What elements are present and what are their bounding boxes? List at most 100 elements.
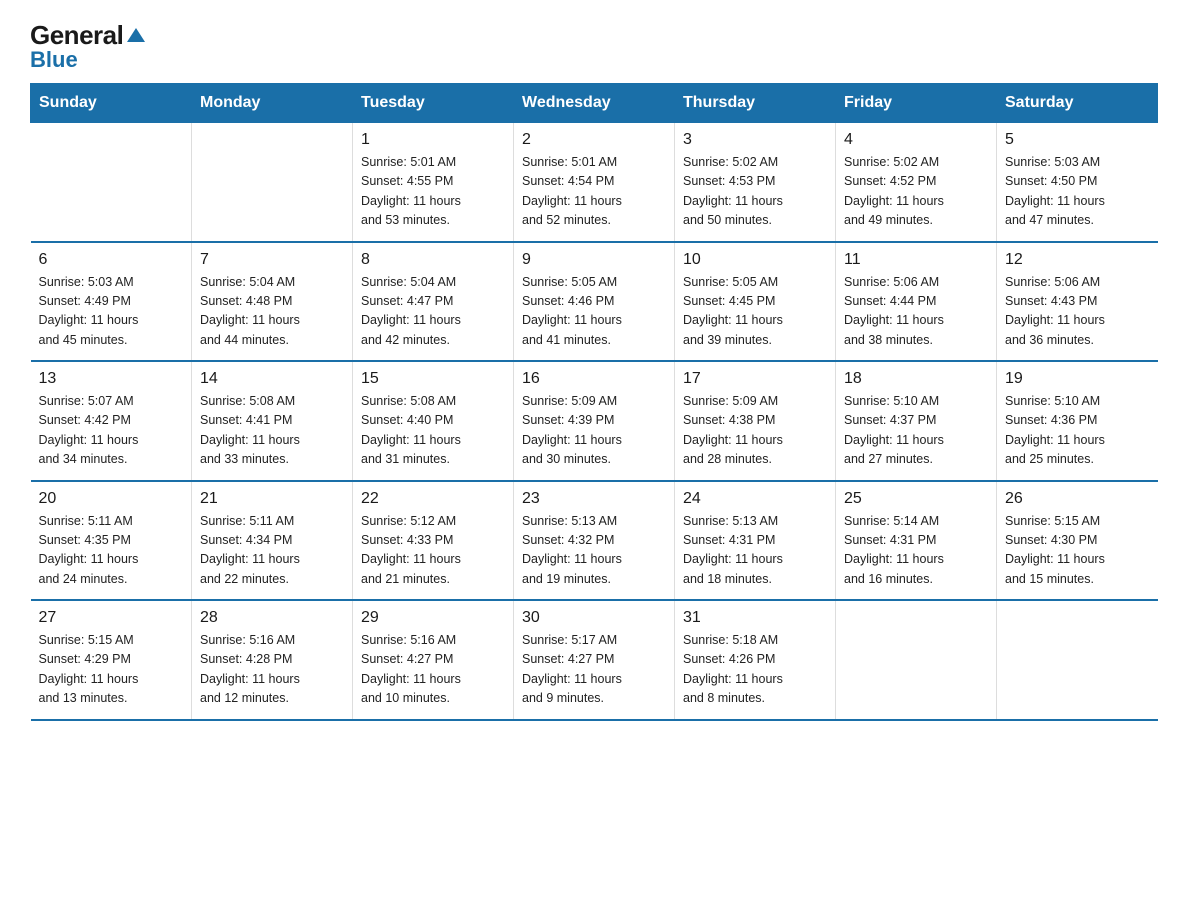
logo: General Blue <box>30 20 147 73</box>
calendar-day-cell: 31 Sunrise: 5:18 AM Sunset: 4:26 PM Dayli… <box>675 600 836 720</box>
day-number: 9 <box>522 251 666 269</box>
calendar-day-cell: 8Sunrise: 5:04 AM Sunset: 4:47 PM Daylig… <box>353 242 514 362</box>
calendar-day-cell: 29Sunrise: 5:16 AM Sunset: 4:27 PM Dayli… <box>353 600 514 720</box>
day-number: 7 <box>200 251 344 269</box>
calendar-day-cell: 4Sunrise: 5:02 AM Sunset: 4:52 PM Daylig… <box>836 123 997 242</box>
day-of-week-header: Tuesday <box>353 84 514 123</box>
calendar-day-cell: 22 Sunrise: 5:12 AM Sunset: 4:33 PM Dayli… <box>353 481 514 601</box>
calendar-day-cell: 16Sunrise: 5:09 AM Sunset: 4:39 PM Dayli… <box>514 361 675 481</box>
calendar-day-cell: 23Sunrise: 5:13 AM Sunset: 4:32 PM Dayli… <box>514 481 675 601</box>
day-number: 1 <box>361 131 505 149</box>
day-info: Sunrise: 5:09 AM Sunset: 4:39 PM Dayligh… <box>522 392 666 470</box>
calendar-week-row: 6 Sunrise: 5:03 AM Sunset: 4:49 PM Daylig… <box>31 242 1158 362</box>
day-info: Sunrise: 5:05 AM Sunset: 4:46 PM Dayligh… <box>522 273 666 351</box>
calendar-day-cell: 26 Sunrise: 5:15 AM Sunset: 4:30 PM Dayli… <box>997 481 1158 601</box>
day-of-week-header: Friday <box>836 84 997 123</box>
day-number: 15 <box>361 370 505 388</box>
day-number: 19 <box>1005 370 1150 388</box>
calendar-day-cell: 27Sunrise: 5:15 AM Sunset: 4:29 PM Dayli… <box>31 600 192 720</box>
day-info: Sunrise: 5:01 AM Sunset: 4:55 PM Dayligh… <box>361 153 505 231</box>
day-info: Sunrise: 5:07 AM Sunset: 4:42 PM Dayligh… <box>39 392 184 470</box>
day-info: Sunrise: 5:11 AM Sunset: 4:34 PM Dayligh… <box>200 512 344 590</box>
day-info: Sunrise: 5:15 AM Sunset: 4:29 PM Dayligh… <box>39 631 184 709</box>
day-info: Sunrise: 5:12 AM Sunset: 4:33 PM Dayligh… <box>361 512 505 590</box>
calendar-day-cell: 2Sunrise: 5:01 AM Sunset: 4:54 PM Daylig… <box>514 123 675 242</box>
day-info: Sunrise: 5:11 AM Sunset: 4:35 PM Dayligh… <box>39 512 184 590</box>
calendar-day-cell <box>836 600 997 720</box>
calendar-week-row: 1 Sunrise: 5:01 AM Sunset: 4:55 PM Daylig… <box>31 123 1158 242</box>
day-info: Sunrise: 5:06 AM Sunset: 4:44 PM Dayligh… <box>844 273 988 351</box>
calendar-day-cell: 19 Sunrise: 5:10 AM Sunset: 4:36 PM Dayli… <box>997 361 1158 481</box>
calendar-day-cell: 30Sunrise: 5:17 AM Sunset: 4:27 PM Dayli… <box>514 600 675 720</box>
calendar-day-cell: 20 Sunrise: 5:11 AM Sunset: 4:35 PM Dayli… <box>31 481 192 601</box>
calendar-day-cell: 24 Sunrise: 5:13 AM Sunset: 4:31 PM Dayli… <box>675 481 836 601</box>
day-number: 3 <box>683 131 827 149</box>
day-info: Sunrise: 5:05 AM Sunset: 4:45 PM Dayligh… <box>683 273 827 351</box>
calendar-day-cell: 18 Sunrise: 5:10 AM Sunset: 4:37 PM Dayli… <box>836 361 997 481</box>
calendar-week-row: 13 Sunrise: 5:07 AM Sunset: 4:42 PM Dayli… <box>31 361 1158 481</box>
calendar-day-cell: 11 Sunrise: 5:06 AM Sunset: 4:44 PM Dayli… <box>836 242 997 362</box>
day-number: 20 <box>39 490 184 508</box>
day-info: Sunrise: 5:15 AM Sunset: 4:30 PM Dayligh… <box>1005 512 1150 590</box>
calendar-day-cell <box>31 123 192 242</box>
day-info: Sunrise: 5:04 AM Sunset: 4:48 PM Dayligh… <box>200 273 344 351</box>
day-info: Sunrise: 5:10 AM Sunset: 4:36 PM Dayligh… <box>1005 392 1150 470</box>
day-number: 28 <box>200 609 344 627</box>
day-info: Sunrise: 5:13 AM Sunset: 4:32 PM Dayligh… <box>522 512 666 590</box>
day-number: 31 <box>683 609 827 627</box>
day-info: Sunrise: 5:06 AM Sunset: 4:43 PM Dayligh… <box>1005 273 1150 351</box>
day-number: 26 <box>1005 490 1150 508</box>
day-number: 25 <box>844 490 988 508</box>
day-number: 21 <box>200 490 344 508</box>
day-info: Sunrise: 5:02 AM Sunset: 4:53 PM Dayligh… <box>683 153 827 231</box>
day-number: 18 <box>844 370 988 388</box>
calendar-day-cell: 13 Sunrise: 5:07 AM Sunset: 4:42 PM Dayli… <box>31 361 192 481</box>
day-of-week-header: Thursday <box>675 84 836 123</box>
page-header: General Blue <box>30 20 1158 73</box>
day-info: Sunrise: 5:17 AM Sunset: 4:27 PM Dayligh… <box>522 631 666 709</box>
day-info: Sunrise: 5:03 AM Sunset: 4:49 PM Dayligh… <box>39 273 184 351</box>
day-info: Sunrise: 5:16 AM Sunset: 4:28 PM Dayligh… <box>200 631 344 709</box>
day-of-week-header: Monday <box>192 84 353 123</box>
calendar-body: 1 Sunrise: 5:01 AM Sunset: 4:55 PM Daylig… <box>31 123 1158 720</box>
calendar-week-row: 20 Sunrise: 5:11 AM Sunset: 4:35 PM Dayli… <box>31 481 1158 601</box>
calendar-day-cell <box>997 600 1158 720</box>
day-number: 22 <box>361 490 505 508</box>
day-of-week-header: Sunday <box>31 84 192 123</box>
day-info: Sunrise: 5:14 AM Sunset: 4:31 PM Dayligh… <box>844 512 988 590</box>
day-number: 11 <box>844 251 988 269</box>
day-info: Sunrise: 5:13 AM Sunset: 4:31 PM Dayligh… <box>683 512 827 590</box>
day-info: Sunrise: 5:16 AM Sunset: 4:27 PM Dayligh… <box>361 631 505 709</box>
calendar-day-cell: 28 Sunrise: 5:16 AM Sunset: 4:28 PM Dayli… <box>192 600 353 720</box>
calendar-day-cell: 6 Sunrise: 5:03 AM Sunset: 4:49 PM Daylig… <box>31 242 192 362</box>
day-of-week-header: Wednesday <box>514 84 675 123</box>
day-number: 6 <box>39 251 184 269</box>
day-info: Sunrise: 5:03 AM Sunset: 4:50 PM Dayligh… <box>1005 153 1150 231</box>
days-of-week-row: SundayMondayTuesdayWednesdayThursdayFrid… <box>31 84 1158 123</box>
day-info: Sunrise: 5:09 AM Sunset: 4:38 PM Dayligh… <box>683 392 827 470</box>
day-number: 14 <box>200 370 344 388</box>
day-info: Sunrise: 5:04 AM Sunset: 4:47 PM Dayligh… <box>361 273 505 351</box>
calendar-day-cell: 7 Sunrise: 5:04 AM Sunset: 4:48 PM Daylig… <box>192 242 353 362</box>
calendar-day-cell: 17 Sunrise: 5:09 AM Sunset: 4:38 PM Dayli… <box>675 361 836 481</box>
day-of-week-header: Saturday <box>997 84 1158 123</box>
calendar-table: SundayMondayTuesdayWednesdayThursdayFrid… <box>30 83 1158 721</box>
day-number: 5 <box>1005 131 1150 149</box>
calendar-day-cell: 12Sunrise: 5:06 AM Sunset: 4:43 PM Dayli… <box>997 242 1158 362</box>
calendar-day-cell <box>192 123 353 242</box>
calendar-day-cell: 3 Sunrise: 5:02 AM Sunset: 4:53 PM Daylig… <box>675 123 836 242</box>
day-info: Sunrise: 5:18 AM Sunset: 4:26 PM Dayligh… <box>683 631 827 709</box>
logo-triangle-icon <box>125 24 147 46</box>
logo-blue-text: Blue <box>30 47 78 73</box>
day-number: 13 <box>39 370 184 388</box>
calendar-day-cell: 21 Sunrise: 5:11 AM Sunset: 4:34 PM Dayli… <box>192 481 353 601</box>
day-number: 24 <box>683 490 827 508</box>
calendar-week-row: 27Sunrise: 5:15 AM Sunset: 4:29 PM Dayli… <box>31 600 1158 720</box>
day-number: 17 <box>683 370 827 388</box>
calendar-day-cell: 10 Sunrise: 5:05 AM Sunset: 4:45 PM Dayli… <box>675 242 836 362</box>
day-number: 10 <box>683 251 827 269</box>
day-number: 2 <box>522 131 666 149</box>
day-info: Sunrise: 5:08 AM Sunset: 4:40 PM Dayligh… <box>361 392 505 470</box>
day-info: Sunrise: 5:10 AM Sunset: 4:37 PM Dayligh… <box>844 392 988 470</box>
day-info: Sunrise: 5:02 AM Sunset: 4:52 PM Dayligh… <box>844 153 988 231</box>
